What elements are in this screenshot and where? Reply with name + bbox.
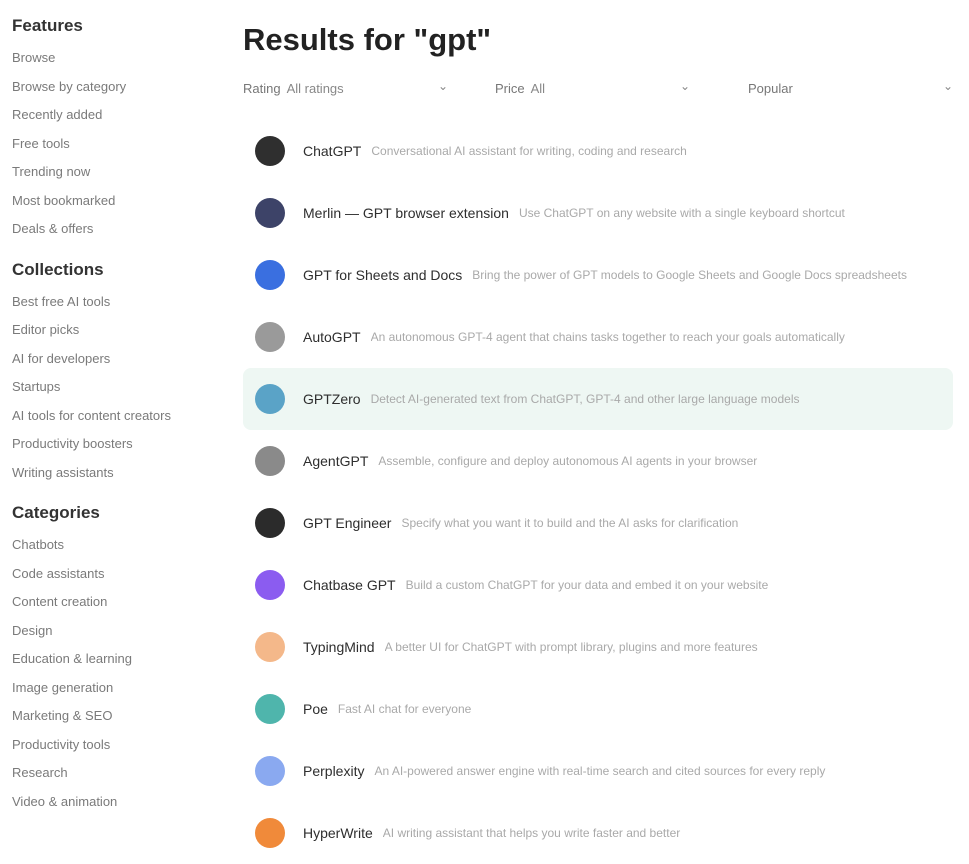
sidebar-section: Categories Chatbots Code assistants Content…: [12, 501, 215, 816]
sidebar-item[interactable]: AI tools for content creators: [12, 402, 207, 431]
sidebar-item[interactable]: Most bookmarked: [12, 187, 207, 216]
result-row[interactable]: GPT Engineer Specify what you want it to …: [243, 492, 953, 554]
result-name: AutoGPT: [303, 329, 361, 345]
result-description: Use ChatGPT on any website with a single…: [518, 206, 845, 220]
results-list: ChatGPT Conversational AI assistant for w…: [243, 120, 953, 864]
result-name: Perplexity: [303, 763, 365, 779]
typingmind-logo-icon: [255, 632, 285, 662]
sidebar-item[interactable]: Chatbots: [12, 531, 207, 560]
result-description: AI writing assistant that helps you writ…: [382, 826, 681, 840]
sidebar: Features Browse Browse by category Recently…: [0, 0, 215, 856]
result-name: Chatbase GPT: [303, 577, 396, 593]
result-name: Poe: [303, 701, 328, 717]
sidebar-item[interactable]: Video & animation: [12, 788, 207, 817]
sidebar-item[interactable]: Startups: [12, 373, 207, 402]
sidebar-item[interactable]: Research: [12, 759, 207, 788]
gpt-engineer-logo-icon: [255, 508, 285, 538]
sidebar-section-title: Features: [12, 16, 83, 35]
filter-bar: Rating All ratings ⌄ Price All ⌄ Popular…: [243, 68, 953, 108]
result-row[interactable]: TypingMind A better UI for ChatGPT with p…: [243, 616, 953, 678]
sidebar-section-title: Collections: [12, 259, 104, 279]
result-description: Detect AI-generated text from ChatGPT, G…: [370, 392, 800, 406]
sidebar-item[interactable]: Content creation: [12, 588, 207, 617]
result-name: GPT for Sheets and Docs: [303, 267, 463, 283]
result-row[interactable]: Chatbase GPT Build a custom ChatGPT for y…: [243, 554, 953, 616]
chevron-down-icon: ⌄: [942, 79, 953, 93]
sort-label: Popular: [748, 80, 793, 96]
autogpt-logo-icon: [255, 322, 285, 352]
result-description: Specify what you want it to build and th…: [401, 516, 739, 530]
result-row[interactable]: Merlin — GPT browser extension Use ChatGP…: [243, 182, 953, 244]
result-description: Assemble, configure and deploy autonomou…: [378, 454, 758, 468]
hyperwrite-logo-icon: [255, 818, 285, 848]
sidebar-item[interactable]: Code assistants: [12, 560, 207, 589]
app-window: Features Browse Browse by category Recently…: [0, 0, 969, 856]
sidebar-item[interactable]: Free tools: [12, 130, 207, 159]
rating-filter-select[interactable]: Rating All ratings ⌄: [243, 76, 448, 100]
price-filter-value: All: [530, 80, 546, 96]
result-description: Fast AI chat for everyone: [337, 702, 472, 716]
result-description: Build a custom ChatGPT for your data and…: [405, 578, 769, 592]
result-row[interactable]: Perplexity An AI-powered answer engine wi…: [243, 740, 953, 802]
rating-filter-label: Rating: [243, 80, 281, 96]
chatbase-logo-icon: [255, 570, 285, 600]
result-row[interactable]: GPTZero Detect AI-generated text from Cha…: [243, 368, 953, 430]
chatgpt-logo-icon: [255, 136, 285, 166]
sheets-docs-logo-icon: [255, 260, 285, 290]
result-row[interactable]: ChatGPT Conversational AI assistant for w…: [243, 120, 953, 182]
price-filter-select[interactable]: Price All ⌄: [495, 76, 690, 100]
result-row[interactable]: AgentGPT Assemble, configure and deploy a…: [243, 430, 953, 492]
sort-select[interactable]: Popular ⌄: [748, 76, 953, 100]
merlin-logo-icon: [255, 198, 285, 228]
perplexity-logo-icon: [255, 756, 285, 786]
sidebar-item[interactable]: Design: [12, 617, 207, 646]
result-name: GPTZero: [303, 391, 361, 407]
result-name: AgentGPT: [303, 453, 369, 469]
result-name: ChatGPT: [303, 143, 362, 159]
result-description: A better UI for ChatGPT with prompt libr…: [384, 640, 758, 654]
sidebar-section-title: Categories: [12, 503, 100, 522]
result-name: GPT Engineer: [303, 515, 392, 531]
chevron-down-icon: ⌄: [437, 79, 448, 93]
main-content: Results for "gpt" Rating All ratings ⌄ P…: [243, 0, 953, 864]
sidebar-item[interactable]: Deals & offers: [12, 215, 207, 244]
result-description: An autonomous GPT-4 agent that chains ta…: [370, 330, 845, 344]
result-row[interactable]: HyperWrite AI writing assistant that help…: [243, 802, 953, 864]
sidebar-item[interactable]: Browse: [12, 44, 207, 73]
sidebar-item[interactable]: Trending now: [12, 158, 207, 187]
sidebar-section: Features Browse Browse by category Recently…: [12, 14, 215, 244]
result-row[interactable]: GPT for Sheets and Docs Bring the power o…: [243, 244, 953, 306]
sidebar-item[interactable]: Marketing & SEO: [12, 702, 207, 731]
sidebar-item[interactable]: AI for developers: [12, 345, 207, 374]
result-name: Merlin — GPT browser extension: [303, 205, 509, 221]
result-row[interactable]: AutoGPT An autonomous GPT-4 agent that ch…: [243, 306, 953, 368]
sidebar-item[interactable]: Image generation: [12, 674, 207, 703]
sidebar-item[interactable]: Education & learning: [12, 645, 207, 674]
poe-logo-icon: [255, 694, 285, 724]
sidebar-item[interactable]: Writing assistants: [12, 459, 207, 488]
sidebar-item[interactable]: Browse by category: [12, 73, 207, 102]
result-description: Conversational AI assistant for writing,…: [371, 144, 687, 158]
result-row[interactable]: Poe Fast AI chat for everyone: [243, 678, 953, 740]
sidebar-item[interactable]: Productivity tools: [12, 731, 207, 760]
sidebar-item[interactable]: Productivity boosters: [12, 430, 207, 459]
gptzero-logo-icon: [255, 384, 285, 414]
result-description: An AI-powered answer engine with real-ti…: [374, 764, 826, 778]
agentgpt-logo-icon: [255, 446, 285, 476]
chevron-down-icon: ⌄: [679, 79, 690, 93]
price-filter-label: Price: [495, 80, 525, 96]
sidebar-item[interactable]: Best free AI tools: [12, 288, 207, 317]
sidebar-section: Collections Best free AI tools Editor pick…: [12, 258, 215, 488]
page-title: Results for "gpt": [243, 22, 492, 57]
rating-filter-value: All ratings: [286, 80, 344, 96]
sidebar-item[interactable]: Recently added: [12, 101, 207, 130]
result-name: HyperWrite: [303, 825, 373, 841]
result-description: Bring the power of GPT models to Google …: [472, 268, 907, 282]
result-name: TypingMind: [303, 639, 375, 655]
sidebar-item[interactable]: Editor picks: [12, 316, 207, 345]
